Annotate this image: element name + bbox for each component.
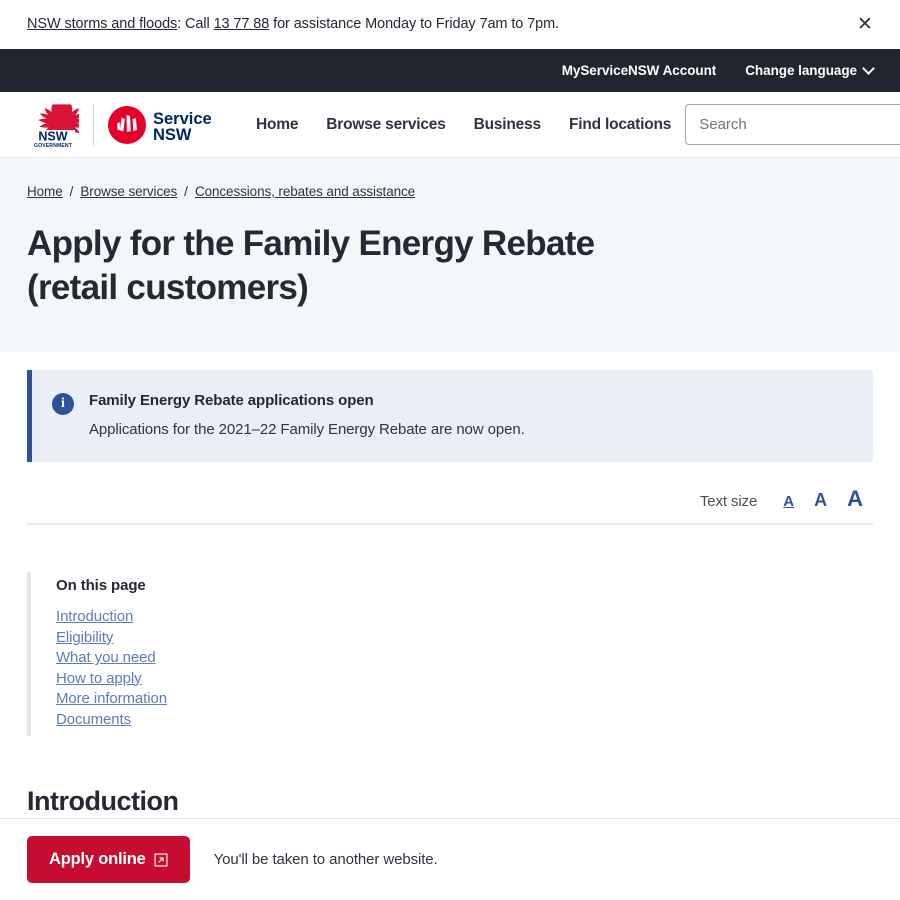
breadcrumb-item-home[interactable]: Home — [27, 184, 63, 199]
on-this-page-nav: On this page Introduction Eligibility Wh… — [27, 572, 873, 737]
nav-item-find-locations[interactable]: Find locations — [555, 116, 685, 134]
emergency-phone-link[interactable]: 13 77 88 — [214, 16, 270, 32]
content-area: i Family Energy Rebate applications open… — [0, 370, 900, 866]
callout-title: Family Energy Rebate applications open — [89, 392, 374, 410]
on-this-page-title: On this page — [56, 577, 146, 595]
section-heading-introduction: Introduction — [27, 786, 179, 817]
svg-text:GOVERNMENT: GOVERNMENT — [34, 143, 73, 148]
nsw-government-logo[interactable]: NSW GOVERNMENT — [27, 101, 79, 148]
apply-online-button[interactable]: Apply online — [27, 836, 190, 883]
breadcrumb-separator: / — [69, 184, 74, 199]
text-size-controls: Text size A A A — [27, 462, 873, 526]
callout-content: Family Energy Rebate applications open A… — [89, 392, 525, 440]
on-this-page-link-more-information[interactable]: More information — [56, 690, 167, 707]
utility-bar: MyServiceNSW Account Change language — [0, 49, 900, 92]
myservicensw-account-link[interactable]: MyServiceNSW Account — [562, 63, 717, 78]
list-item: What you need — [56, 649, 873, 666]
list-item: Introduction — [56, 608, 873, 625]
list-item: Documents — [56, 711, 873, 728]
breadcrumb-item-browse-services[interactable]: Browse services — [80, 184, 177, 199]
logo-divider — [93, 103, 94, 146]
site-header: NSW GOVERNMENT Service NSW Home Browse s — [0, 92, 900, 158]
external-link-icon — [154, 852, 168, 867]
breadcrumb-separator: / — [184, 184, 188, 199]
callout-body: Applications for the 2021–22 Family Ener… — [89, 421, 525, 439]
close-icon[interactable]: ✕ — [852, 12, 878, 38]
apply-online-note: You'll be taken to another website. — [213, 851, 438, 868]
text-size-label: Text size — [699, 493, 758, 511]
waratah-icon: NSW GOVERNMENT — [31, 104, 79, 148]
emergency-alert-link[interactable]: NSW storms and floods — [27, 16, 177, 32]
apply-online-label: Apply online — [49, 850, 146, 868]
breadcrumb-item-concessions[interactable]: Concessions, rebates and assistance — [195, 184, 415, 199]
list-item: More information — [56, 690, 873, 707]
on-this-page-link-what-you-need[interactable]: What you need — [56, 649, 156, 666]
chevron-down-icon — [864, 64, 873, 73]
info-icon: i — [52, 393, 74, 416]
nav-item-browse-services[interactable]: Browse services — [312, 116, 459, 134]
sticky-apply-bar: Apply online You'll be taken to another … — [0, 818, 900, 900]
emergency-alert-text-before: : Call — [177, 16, 214, 33]
on-this-page-link-introduction[interactable]: Introduction — [56, 608, 133, 625]
change-language-dropdown[interactable]: Change language — [745, 63, 873, 78]
list-item: How to apply — [56, 670, 873, 687]
search-box — [685, 104, 900, 145]
on-this-page-link-documents[interactable]: Documents — [56, 711, 131, 728]
text-size-medium-button[interactable]: A — [804, 491, 837, 509]
text-size-large-button[interactable]: A — [837, 488, 873, 510]
myservicensw-account-label: MyServiceNSW Account — [561, 63, 717, 78]
emergency-alert-text: NSW storms and floods: Call 13 77 88 for… — [27, 15, 559, 34]
logo-group: NSW GOVERNMENT Service NSW — [27, 101, 219, 148]
service-nsw-logo-icon: Service NSW — [108, 105, 212, 144]
emergency-alert-text-after: for assistance Monday to Friday 7am to 7… — [269, 16, 559, 33]
breadcrumb: Home / Browse services / Concessions, re… — [27, 184, 873, 199]
nav-item-business[interactable]: Business — [460, 116, 555, 134]
info-callout: i Family Energy Rebate applications open… — [27, 370, 873, 463]
emergency-alert-bar: NSW storms and floods: Call 13 77 88 for… — [0, 0, 900, 49]
main-navigation: Home Browse services Business Find locat… — [242, 116, 685, 134]
page-title: Apply for the Family Energy Rebate (reta… — [27, 224, 595, 308]
change-language-label: Change language — [745, 63, 857, 78]
nav-item-home[interactable]: Home — [242, 116, 312, 134]
service-nsw-logo[interactable]: Service NSW — [107, 105, 219, 145]
hero-section: Home / Browse services / Concessions, re… — [0, 158, 900, 353]
svg-text:NSW: NSW — [153, 126, 192, 144]
on-this-page-link-eligibility[interactable]: Eligibility — [56, 629, 113, 646]
search-input[interactable] — [685, 104, 900, 145]
on-this-page-link-how-to-apply[interactable]: How to apply — [56, 670, 142, 687]
on-this-page-list: Introduction Eligibility What you need H… — [56, 608, 873, 728]
svg-text:NSW: NSW — [38, 130, 67, 144]
list-item: Eligibility — [56, 629, 873, 646]
text-size-small-button[interactable]: A — [773, 494, 804, 509]
